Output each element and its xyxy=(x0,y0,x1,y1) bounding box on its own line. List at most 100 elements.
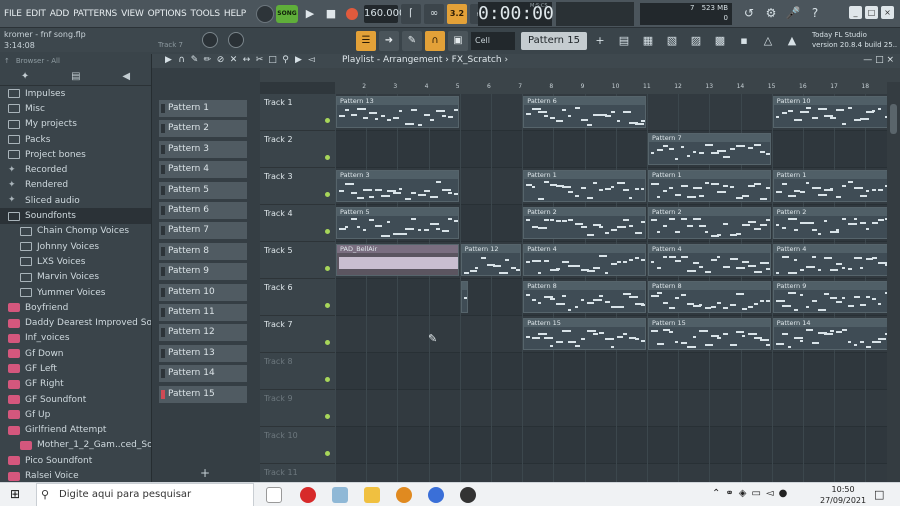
browser-item[interactable]: Project bones xyxy=(0,147,151,162)
track-mute-led[interactable] xyxy=(325,451,330,456)
pattern-clip[interactable]: Pattern 4 xyxy=(772,244,887,276)
track-mute-led[interactable] xyxy=(325,266,330,271)
pattern-clip[interactable]: Pattern 12 xyxy=(460,244,522,276)
vertical-scrollbar[interactable] xyxy=(887,82,900,482)
menu-add[interactable]: ADD xyxy=(50,9,70,19)
pattern-item[interactable]: Pattern 4 xyxy=(159,161,247,179)
pattern-clip[interactable]: Pattern 6 xyxy=(523,96,646,128)
playlist-zoom-icon[interactable]: ⚲ xyxy=(279,54,292,67)
pattern-clip[interactable]: Pattern 9 xyxy=(772,281,887,313)
browser-item[interactable]: GF Soundfont xyxy=(0,392,151,407)
track-lane[interactable] xyxy=(335,427,887,464)
browser-item[interactable]: Mother_1_2_Gam..ced_Soundfont xyxy=(0,438,151,453)
track-lane[interactable] xyxy=(335,390,887,427)
menu-tools[interactable]: TOOLS xyxy=(190,9,220,19)
playlist-brush-icon[interactable]: ✏ xyxy=(201,54,214,67)
browser-item[interactable]: Gf Up xyxy=(0,407,151,422)
record-button[interactable] xyxy=(345,7,358,20)
pattern-item[interactable]: Pattern 10 xyxy=(159,283,247,301)
pattern-clip[interactable]: Pattern 14 xyxy=(772,318,887,350)
master-volume-knob[interactable] xyxy=(202,32,218,48)
audacity-icon[interactable] xyxy=(428,487,444,503)
browser-item[interactable]: Boyfriend xyxy=(0,300,151,315)
playlist-overview[interactable] xyxy=(260,68,900,82)
playlist-slice-icon[interactable]: ✂ xyxy=(253,54,266,67)
stop-button[interactable]: ■ xyxy=(322,5,340,23)
playlist-slip-icon[interactable]: ↔ xyxy=(240,54,253,67)
pattern-clip[interactable]: Pattern 10 xyxy=(772,96,887,128)
magnet-icon[interactable]: ∩ xyxy=(425,31,445,51)
menu-options[interactable]: OPTIONS xyxy=(148,9,187,19)
task-view-icon[interactable] xyxy=(266,487,282,503)
track-mute-led[interactable] xyxy=(325,155,330,160)
pattern-clip[interactable]: Pattern 2 xyxy=(523,207,646,239)
browser-item[interactable]: Pico Soundfont xyxy=(0,453,151,468)
audio-clip[interactable]: PAD_BellAir xyxy=(336,244,459,276)
close-icon[interactable]: × xyxy=(881,6,894,19)
browser-files-tab-icon[interactable]: ▤ xyxy=(71,71,80,82)
scrollbar-thumb[interactable] xyxy=(890,104,897,134)
track-lane[interactable] xyxy=(335,353,887,390)
browser-item[interactable]: Yummer Voices xyxy=(0,285,151,300)
track-lane[interactable] xyxy=(335,464,887,482)
tempo-tap-icon[interactable]: ▲ xyxy=(781,31,803,51)
pencil-icon[interactable]: ✎ xyxy=(402,31,422,51)
browser-item[interactable]: Impulses xyxy=(0,86,151,101)
browser-item[interactable]: Packs xyxy=(0,132,151,147)
taskbar-search[interactable]: ⚲ Digite aqui para pesquisar xyxy=(36,483,254,506)
tools-icon[interactable]: ⚙ xyxy=(762,4,780,22)
tempo-display[interactable]: 160.000 xyxy=(363,4,405,23)
menu-edit[interactable]: EDIT xyxy=(26,9,46,19)
song-mode-button[interactable]: SONG xyxy=(275,4,298,23)
pattern-item[interactable]: Pattern 9 xyxy=(159,263,247,281)
track-header[interactable]: Track 2 xyxy=(260,131,335,168)
track-header[interactable]: Track 10 xyxy=(260,427,335,464)
browser-icon[interactable]: ▩ xyxy=(709,31,731,51)
tray-battery-icon[interactable]: ▭ xyxy=(751,488,760,499)
track-header[interactable]: Track 3 xyxy=(260,168,335,205)
playlist-delete-icon[interactable]: ⊘ xyxy=(214,54,227,67)
play-button[interactable]: ▶ xyxy=(301,5,319,23)
windows-start-icon[interactable]: ⊞ xyxy=(10,488,22,500)
piano-roll-icon[interactable]: ▦ xyxy=(637,31,659,51)
playlist-magnet-icon[interactable]: ∩ xyxy=(175,54,188,67)
browser-item[interactable]: ✦ Sliced audio xyxy=(0,193,151,208)
opera-icon[interactable] xyxy=(300,487,316,503)
browser-speaker-tab-icon[interactable]: ◀ xyxy=(122,71,130,82)
plugin-icon[interactable]: △ xyxy=(757,31,779,51)
playlist-play-icon[interactable]: ▶ xyxy=(292,54,305,67)
browser-item[interactable]: Gf Down xyxy=(0,346,151,361)
pattern-clip[interactable]: Pattern 4 xyxy=(523,244,646,276)
pattern-item[interactable]: Pattern 6 xyxy=(159,202,247,219)
pattern-clip[interactable]: Pattern 1 xyxy=(772,170,887,202)
mixer-icon[interactable]: ▤ xyxy=(613,31,635,51)
track-mute-led[interactable] xyxy=(325,340,330,345)
pattern-clip[interactable]: Pattern 5 xyxy=(336,207,459,239)
pattern-item[interactable]: Pattern 13 xyxy=(159,344,247,362)
menu-file[interactable]: FILE xyxy=(4,9,22,19)
notification-icon[interactable]: □ xyxy=(874,488,884,501)
playlist-mute-icon[interactable]: ✕ xyxy=(227,54,240,67)
track-header[interactable]: Track 7 xyxy=(260,316,335,353)
browser-item[interactable]: Girlfriend Attempt xyxy=(0,423,151,438)
undo-icon[interactable]: ↺ xyxy=(740,4,758,22)
channel-rack-icon[interactable]: ▧ xyxy=(661,31,683,51)
tray-wifi-icon[interactable]: ◈ xyxy=(739,488,747,499)
maximize-icon[interactable]: □ xyxy=(865,6,878,19)
track-header[interactable]: Track 6 xyxy=(260,279,335,316)
file-explorer-icon[interactable] xyxy=(364,487,380,503)
browser-all-tab-icon[interactable]: ✦ xyxy=(21,71,29,82)
pattern-item[interactable]: Pattern 7 xyxy=(159,222,247,240)
pattern-clip[interactable]: Pattern 8 xyxy=(648,281,771,313)
pattern-item[interactable]: Pattern 2 xyxy=(159,120,247,138)
taskbar-clock[interactable]: 10:50 27/09/2021 xyxy=(820,484,866,506)
browser-item[interactable]: Soundfonts xyxy=(0,208,151,224)
track-mute-led[interactable] xyxy=(325,192,330,197)
pattern-clip[interactable]: Pattern 13 xyxy=(336,96,459,128)
plugin-picker-icon[interactable]: ▨ xyxy=(685,31,707,51)
add-pattern-button[interactable]: + xyxy=(200,466,210,480)
master-pitch-knob[interactable] xyxy=(228,32,244,48)
pattern-item[interactable]: Pattern 12 xyxy=(159,324,247,342)
browser-item[interactable]: ✦ Recorded xyxy=(0,162,151,177)
playlist-icon[interactable]: ☰ xyxy=(356,31,376,51)
